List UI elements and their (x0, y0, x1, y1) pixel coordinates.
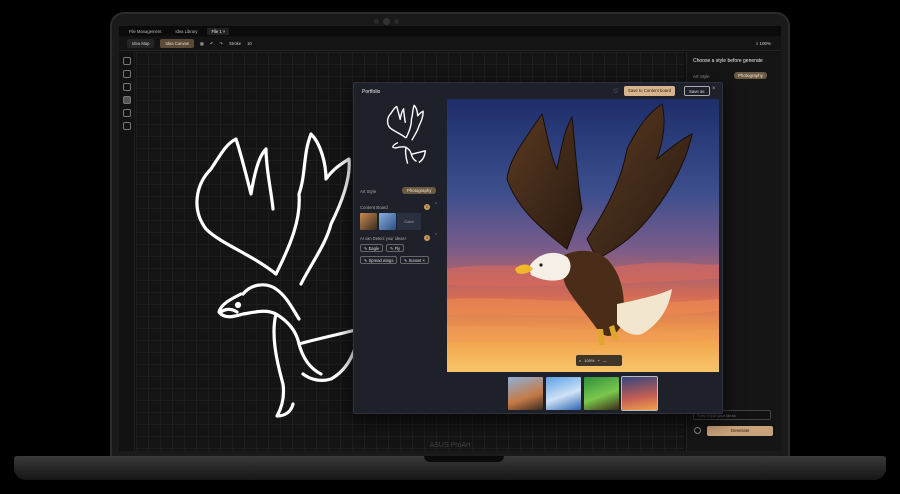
pen-tool-icon[interactable] (122, 70, 131, 78)
lid-notch (424, 456, 504, 462)
chevron-up-icon[interactable]: ⌃ (434, 202, 438, 208)
tab-file-management[interactable]: File Management (125, 28, 165, 35)
plus-icon[interactable]: + (597, 358, 599, 363)
photography-chip[interactable]: Photography (734, 72, 767, 79)
keyword-chip-label: Eagle (368, 246, 380, 251)
variation-thumbnail-3[interactable] (584, 377, 619, 410)
tab-file-1[interactable]: File 1 × (207, 27, 230, 35)
content-board-image-2[interactable] (379, 213, 396, 230)
keywords-label: AI can Detect your ideas! (360, 236, 406, 241)
redo-icon[interactable]: ↷ (219, 41, 223, 46)
app-screen: File Management Idea Library File 1 × Id… (119, 26, 781, 451)
tab-file-1-label: File 1 (211, 28, 222, 34)
style-panel-title: Choose a style before generate (693, 58, 763, 64)
export-tool-icon[interactable] (122, 122, 131, 130)
stroke-label: Stroke (228, 41, 242, 46)
eagle-photo (447, 99, 719, 372)
calendar-icon[interactable]: ▦ (200, 41, 204, 46)
variation-thumbnail-4[interactable] (621, 376, 658, 411)
content-board-label: Content Board (360, 205, 388, 210)
zoom-level[interactable]: ⌕ 100% (756, 41, 771, 46)
tab-idea-library[interactable]: Idea Library (171, 28, 201, 35)
zoom-value: 100% (584, 358, 595, 363)
keyword-chip[interactable]: ✎ Fly (386, 244, 405, 252)
hand-tool-icon[interactable] (122, 109, 131, 117)
zoom-out-icon[interactable]: ⌕ (579, 358, 581, 363)
frame-tool-icon[interactable] (122, 96, 131, 104)
canvas-toolbar: Idea Map Idea Canvas ▦ ↶ ↷ Stroke 10 ⌕ 1… (119, 37, 781, 51)
laptop-base (14, 456, 886, 480)
file-tab-bar: File Management Idea Library File 1 × (119, 26, 781, 36)
minus-icon[interactable]: — (603, 358, 607, 363)
undo-icon[interactable]: ↶ (210, 41, 214, 46)
keywords-count-badge: 4 (424, 235, 430, 241)
keyword-chip[interactable]: ✎ Spread wings (360, 256, 398, 264)
chevron-up-icon[interactable]: ⌃ (434, 233, 438, 239)
variation-thumbnail-2[interactable] (546, 377, 581, 410)
tool-rail (119, 52, 135, 451)
image-zoom-control[interactable]: ⌕ 100% + — (576, 355, 622, 366)
art-style-label: Art Style (360, 189, 377, 194)
zoom-value: 100% (759, 41, 771, 46)
sketch-thumbnail (386, 104, 427, 164)
generated-eagle-image[interactable] (447, 99, 719, 372)
content-board-count-badge: 2 (424, 204, 430, 210)
eraser-tool-icon[interactable] (122, 83, 131, 91)
brand-logo: ASUS ProArt (429, 442, 471, 449)
keyword-chip[interactable]: ✎ Sunset × (400, 256, 429, 264)
eagle-sketch (195, 132, 361, 418)
dialog-title: Portfolio (362, 89, 381, 95)
content-board-image-1[interactable] (360, 213, 377, 230)
save-as-button[interactable]: Save as (684, 86, 710, 96)
art-style-label: Art Style (693, 74, 710, 79)
heart-icon[interactable]: ♡ (613, 88, 618, 95)
photography-chip[interactable]: Photography (402, 187, 437, 194)
save-to-content-board-button[interactable]: Save to Content board (624, 86, 675, 96)
keyword-chip-label: Spread wings (368, 258, 394, 263)
close-icon[interactable]: × (712, 86, 716, 92)
variation-thumbnail-1[interactable] (508, 377, 543, 410)
keyword-chip-label: Sunset (408, 258, 422, 263)
idea-map-button[interactable]: Idea Map (127, 39, 155, 48)
keyword-chip[interactable]: ✎ Eagle (360, 244, 384, 252)
portfolio-dialog: Portfolio ♡ Save to Content board Save a… (353, 82, 723, 414)
stroke-value[interactable]: 10 (247, 41, 252, 46)
info-icon[interactable] (694, 427, 701, 434)
webcam (383, 18, 390, 25)
close-icon[interactable]: × (223, 29, 225, 34)
generate-button[interactable]: Generate (707, 426, 773, 436)
idea-canvas-button[interactable]: Idea Canvas (160, 39, 194, 48)
keyword-chip-label: Fly (394, 246, 401, 251)
select-tool-icon[interactable] (122, 57, 131, 65)
content-board-color[interactable]: Color (397, 213, 421, 230)
